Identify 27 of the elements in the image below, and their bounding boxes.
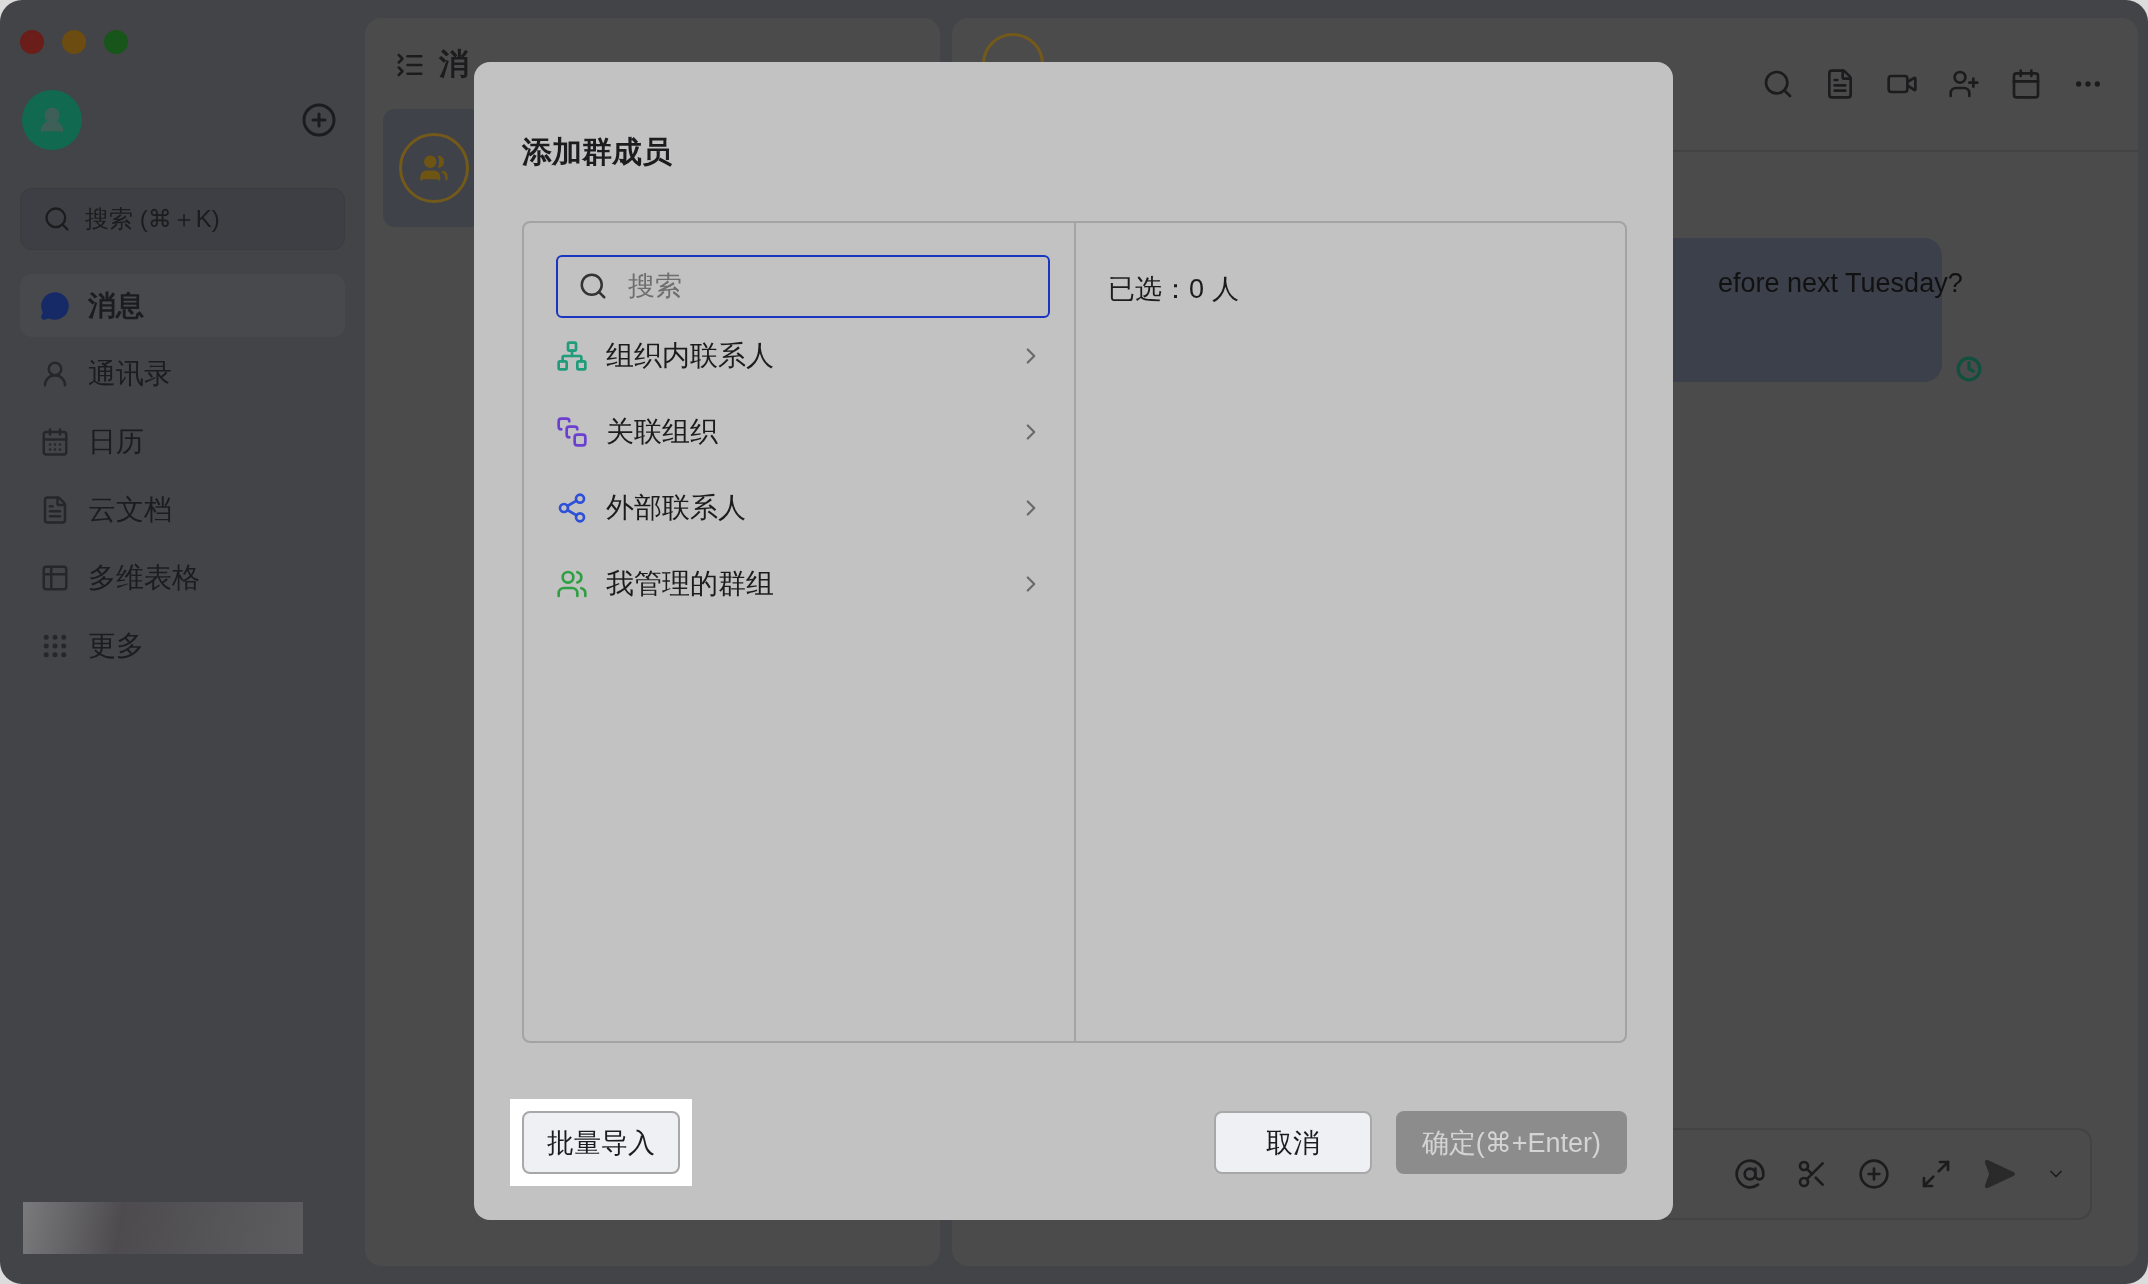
- add-icon[interactable]: [1858, 1158, 1890, 1190]
- clock-icon: [1956, 356, 1982, 382]
- calendar-icon: [40, 426, 70, 457]
- search-field[interactable]: 搜索: [556, 255, 1050, 318]
- search-icon[interactable]: [1762, 68, 1794, 100]
- add-icon[interactable]: [301, 102, 337, 138]
- mention-icon[interactable]: [1734, 1158, 1766, 1190]
- search-icon: [578, 271, 608, 301]
- group-avatar: [399, 133, 469, 203]
- source-item[interactable]: 关联组织: [556, 394, 1050, 470]
- search-icon: [43, 205, 71, 233]
- dialog-button[interactable]: 批量导入: [522, 1111, 680, 1174]
- dialog-button[interactable]: 取消: [1213, 1111, 1372, 1174]
- add-user-icon[interactable]: [1948, 68, 1980, 100]
- source-item[interactable]: 我管理的群组: [556, 546, 1050, 622]
- chat-bubble-icon: [40, 290, 70, 321]
- calendar-icon[interactable]: [2010, 68, 2042, 100]
- source-item[interactable]: 组织内联系人: [556, 318, 1050, 394]
- close-window-button[interactable]: [20, 30, 44, 54]
- selected-count: 已选：0 人: [1108, 274, 1239, 304]
- expand-icon[interactable]: [1920, 1158, 1952, 1190]
- dialog-title: 添加群成员: [522, 134, 673, 170]
- zoom-window-button[interactable]: [104, 30, 128, 54]
- user-avatar[interactable]: [22, 90, 82, 150]
- source-item[interactable]: 外部联系人: [556, 470, 1050, 546]
- send-icon[interactable]: [1982, 1157, 2016, 1191]
- minimize-window-button[interactable]: [62, 30, 86, 54]
